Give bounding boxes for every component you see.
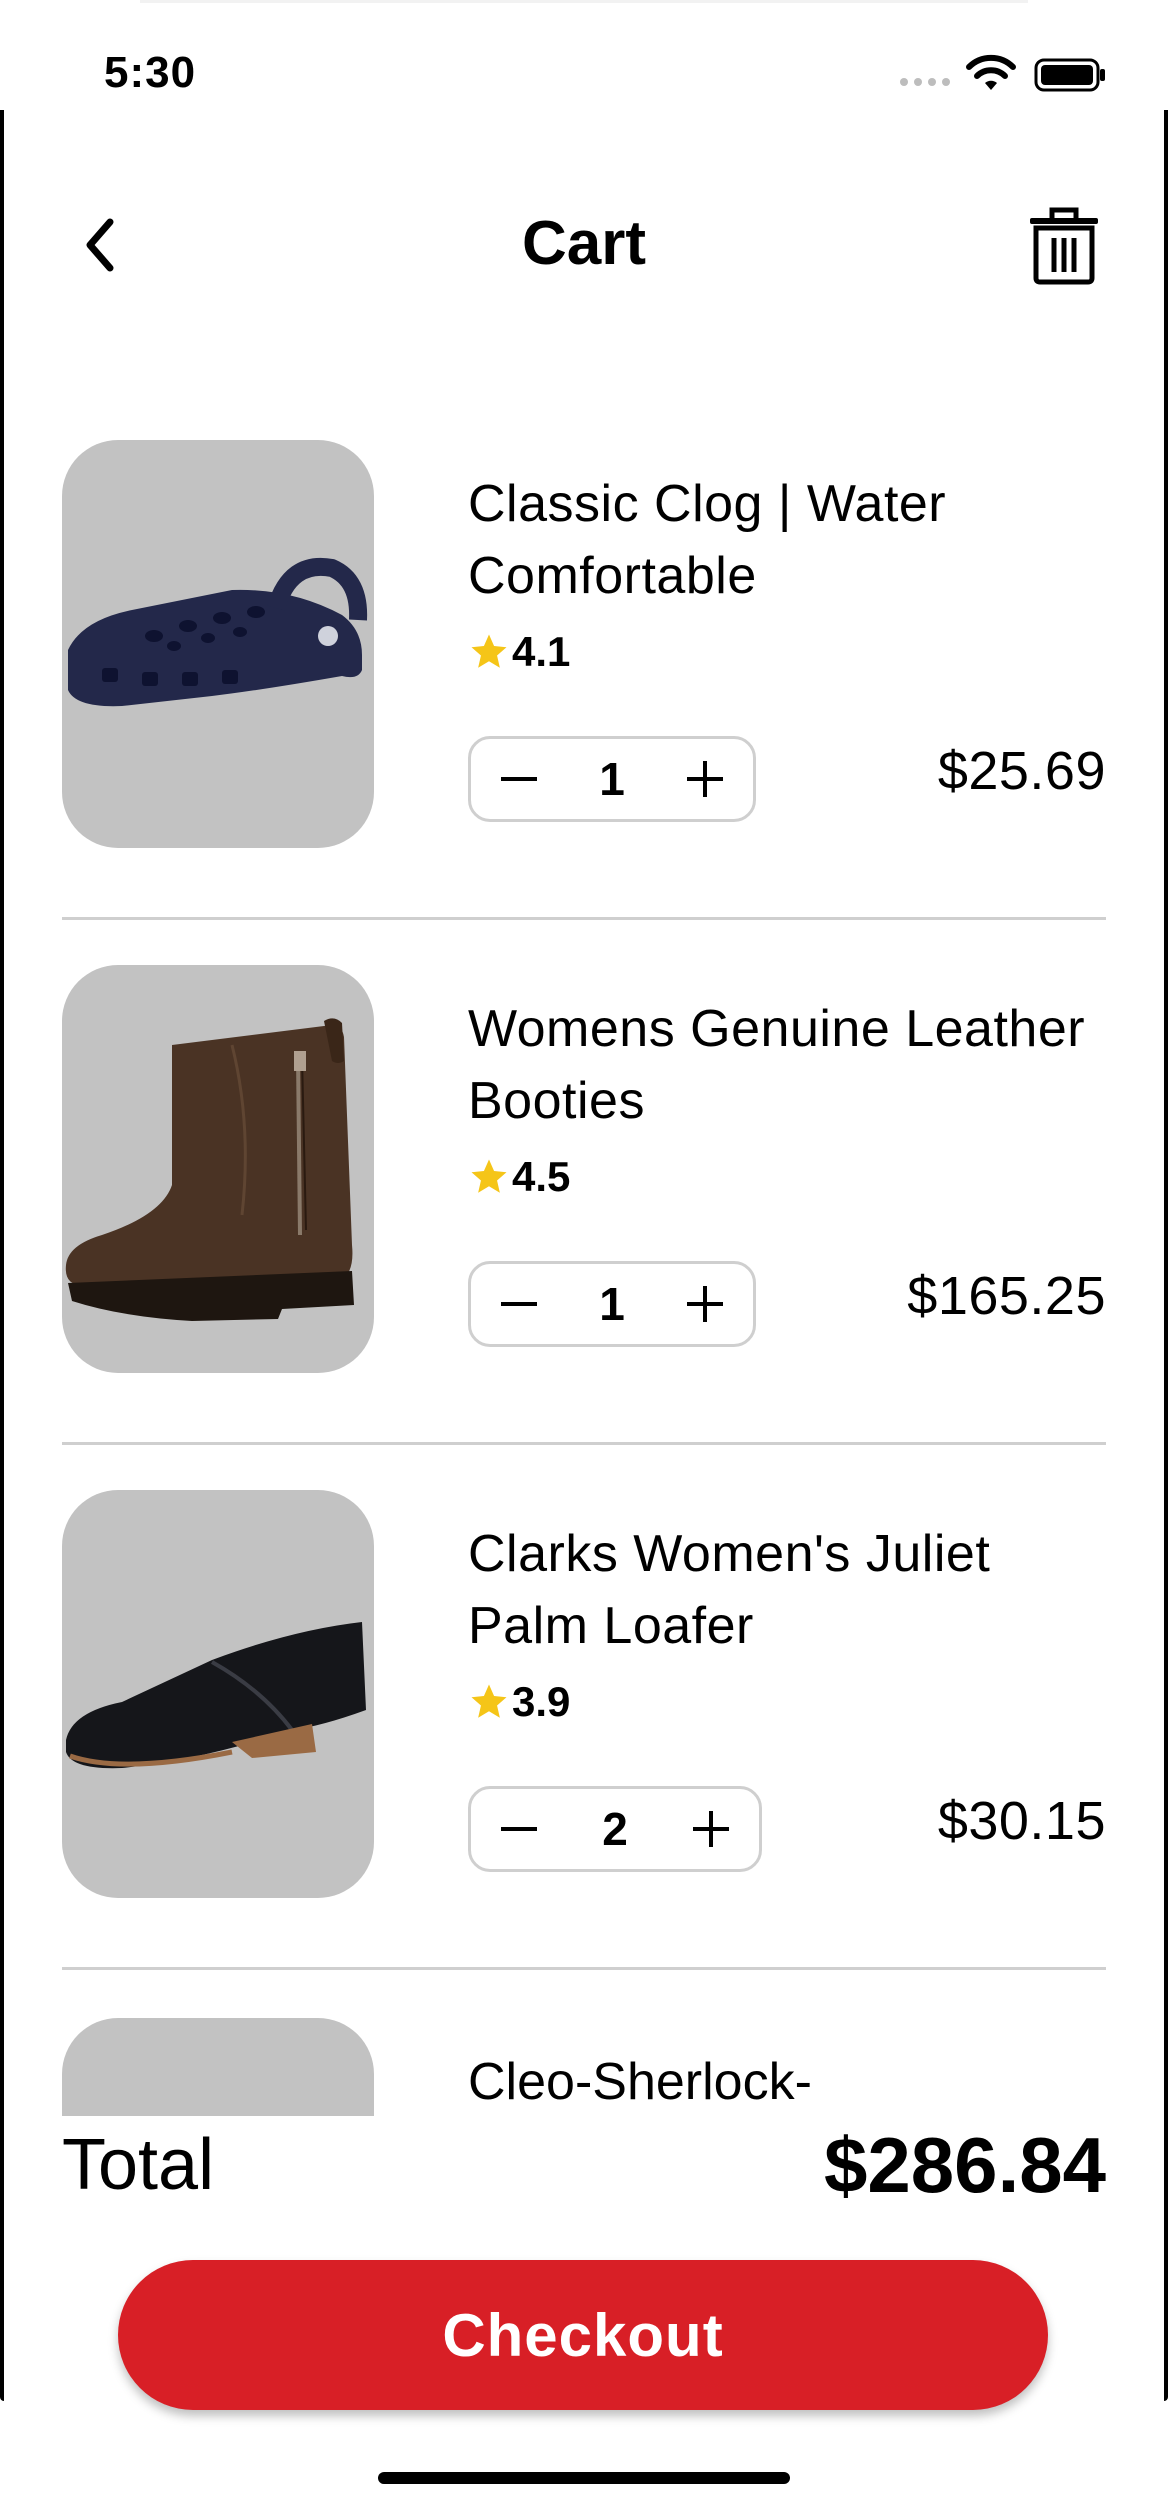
total-label: Total [62, 2125, 215, 2205]
product-image-clog [62, 440, 374, 848]
status-time: 5:30 [104, 48, 197, 97]
cart-item[interactable]: Classic Clog | Water Comfortable 4.1 1 $… [62, 440, 1106, 860]
product-image-boot [62, 965, 374, 1373]
checkout-button[interactable]: Checkout [118, 2260, 1048, 2410]
product-name[interactable]: Womens Genuine Leather Booties [468, 993, 1088, 1137]
trash-icon[interactable] [1024, 204, 1104, 286]
star-icon [471, 1159, 507, 1193]
quantity-stepper: 1 [468, 1261, 756, 1347]
product-name[interactable]: Cleo-Sherlock- [468, 2046, 812, 2116]
decrement-button[interactable] [499, 759, 539, 799]
quantity-value: 1 [599, 1278, 625, 1330]
increment-button[interactable] [691, 1809, 731, 1849]
product-price: $30.15 [937, 1791, 1106, 1851]
cart-item[interactable]: Cleo-Sherlock- [0, 1990, 1168, 2116]
item-divider [62, 917, 1106, 920]
rating-value: 3.9 [512, 1678, 571, 1725]
home-indicator [378, 2472, 790, 2484]
total-value: $286.84 [824, 2121, 1106, 2209]
product-name[interactable]: Clarks Women's Juliet Palm Loafer [468, 1518, 1088, 1662]
increment-button[interactable] [685, 759, 725, 799]
star-icon [471, 634, 507, 668]
product-price: $25.69 [937, 741, 1106, 801]
rating-value: 4.5 [512, 1153, 571, 1200]
wifi-icon [966, 54, 1016, 90]
item-divider [62, 1442, 1106, 1445]
star-icon [471, 1684, 507, 1718]
decrement-button[interactable] [499, 1809, 539, 1849]
quantity-value: 1 [599, 753, 625, 805]
cart-item[interactable]: Clarks Women's Juliet Palm Loafer 3.9 2 … [62, 1490, 1106, 1910]
product-rating: 3.9 [468, 1678, 570, 1726]
decrement-button[interactable] [499, 1284, 539, 1324]
cellular-signal-icon [900, 78, 950, 86]
screen-top-edge [140, 0, 1028, 3]
cart-item[interactable]: Womens Genuine Leather Booties 4.5 1 $16… [62, 965, 1106, 1385]
rating-value: 4.1 [512, 628, 571, 675]
product-rating: 4.1 [468, 628, 570, 676]
product-name[interactable]: Classic Clog | Water Comfortable [468, 468, 1088, 612]
quantity-stepper: 1 [468, 736, 756, 822]
increment-button[interactable] [685, 1284, 725, 1324]
product-image-loafer [62, 1490, 374, 1898]
page-title: Cart [521, 209, 647, 278]
product-rating: 4.5 [468, 1153, 570, 1201]
item-divider [62, 1967, 1106, 1970]
quantity-stepper: 2 [468, 1786, 762, 1872]
product-image [62, 2018, 374, 2116]
quantity-value: 2 [602, 1803, 628, 1855]
battery-icon [1034, 58, 1105, 92]
product-price: $165.25 [907, 1266, 1106, 1326]
